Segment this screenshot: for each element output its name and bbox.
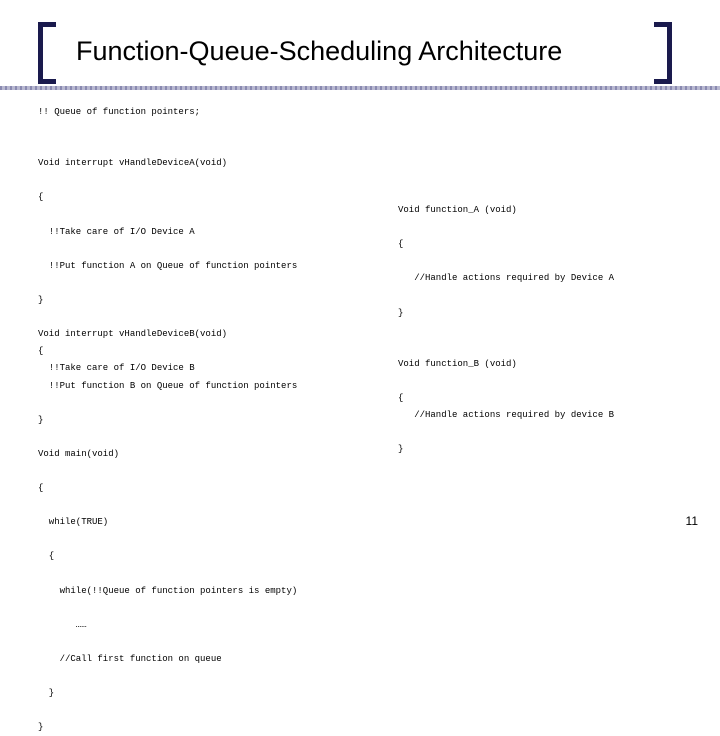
code-right-column: Void function_A (void) { //Handle action… [398,202,688,458]
page-number: 11 [686,514,698,528]
code-area: !! Queue of function pointers; Void inte… [38,104,682,520]
bracket-right-icon [654,22,672,84]
bracket-left-icon [38,22,56,84]
slide-title: Function-Queue-Scheduling Architecture [76,36,562,67]
title-area: Function-Queue-Scheduling Architecture [38,22,672,84]
code-left-column: !! Queue of function pointers; Void inte… [38,104,398,736]
title-underline [0,86,720,90]
